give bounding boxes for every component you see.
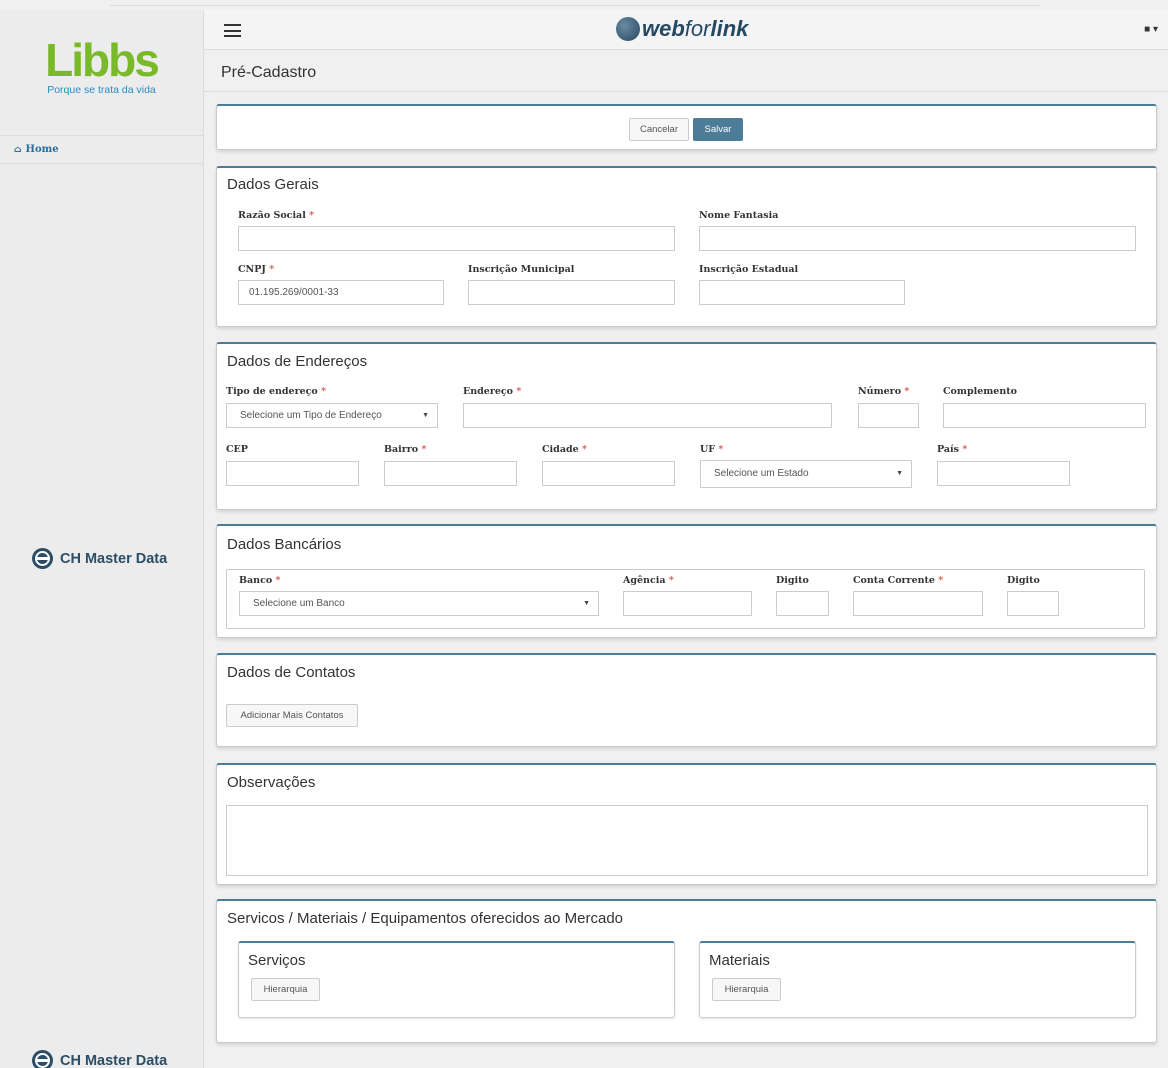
ch-master-data-footer: CH Master Data xyxy=(32,1050,167,1068)
cnpj-label: CNPJ * xyxy=(238,264,275,275)
materiais-hierarquia-button[interactable]: Hierarquia xyxy=(712,978,781,1001)
panel-title: Dados Gerais xyxy=(227,176,319,193)
razao-social-label: Razão Social * xyxy=(238,210,315,221)
pais-label: País * xyxy=(937,444,968,455)
servicos-hierarquia-button[interactable]: Hierarquia xyxy=(251,978,320,1001)
page-title: Pré-Cadastro xyxy=(221,64,317,81)
observacoes-textarea[interactable] xyxy=(226,805,1148,876)
agencia-label: Agência * xyxy=(623,575,674,586)
cnpj-input[interactable]: 01.195.269/0001-33 xyxy=(238,280,444,305)
sidebar: Libbs Porque se trata da vida ⌂ Home CH … xyxy=(0,10,204,1068)
razao-social-input[interactable] xyxy=(238,226,675,251)
save-button[interactable]: Salvar xyxy=(693,118,743,141)
inscricao-estadual-input[interactable] xyxy=(699,280,905,305)
servicos-subpanel: Serviços Hierarquia xyxy=(238,941,675,1018)
cep-label: CEP xyxy=(226,444,248,455)
bank-fieldset: Banco * Selecione um Banco ▼ Agência * Di… xyxy=(226,569,1145,629)
top-divider xyxy=(110,5,1040,6)
chevron-down-icon: ▼ xyxy=(583,600,590,607)
libbs-logo: Libbs Porque se trata da vida xyxy=(0,10,203,136)
servicos-title: Serviços xyxy=(248,952,306,969)
nome-fantasia-input[interactable] xyxy=(699,226,1136,251)
servicos-materiais-panel: Servicos / Materiais / Equipamentos ofer… xyxy=(216,899,1157,1043)
panel-title: Observações xyxy=(227,774,316,791)
uf-label: UF * xyxy=(700,444,724,455)
materiais-subpanel: Materiais Hierarquia xyxy=(699,941,1136,1018)
globe-icon xyxy=(616,17,640,41)
brand-label: CH Master Data xyxy=(60,1052,168,1068)
enderecos-panel: Dados de Endereços Tipo de endereço * Se… xyxy=(216,342,1157,510)
digito-conta-input[interactable] xyxy=(1007,591,1059,616)
logo-tagline: Porque se trata da vida xyxy=(47,84,156,96)
webforlink-logo: web for link xyxy=(616,16,748,42)
banco-label: Banco * xyxy=(239,575,281,586)
chevron-down-icon: ▼ xyxy=(422,412,429,419)
endereco-label: Endereço * xyxy=(463,386,522,397)
panel-title: Dados de Contatos xyxy=(227,664,356,681)
pais-input[interactable] xyxy=(937,461,1070,486)
panel-title: Dados Bancários xyxy=(227,536,342,553)
title-divider xyxy=(204,91,1168,92)
nome-fantasia-label: Nome Fantasia xyxy=(699,210,779,221)
complemento-label: Complemento xyxy=(943,386,1017,397)
panel-title: Servicos / Materiais / Equipamentos ofer… xyxy=(227,910,624,927)
endereco-input[interactable] xyxy=(463,403,832,428)
digito-agencia-input[interactable] xyxy=(776,591,829,616)
conta-corrente-input[interactable] xyxy=(853,591,983,616)
logo-text: Libbs xyxy=(45,34,160,86)
ch-logo-icon xyxy=(32,548,53,569)
inscricao-municipal-input[interactable] xyxy=(468,280,675,305)
home-icon: ⌂ xyxy=(14,144,22,155)
inscricao-municipal-label: Inscrição Municipal xyxy=(468,264,575,275)
ch-logo-icon xyxy=(32,1050,53,1068)
digito-conta-label: Digito xyxy=(1007,575,1040,586)
cidade-input[interactable] xyxy=(542,461,675,486)
tipo-endereco-label: Tipo de endereço * xyxy=(226,386,327,397)
brand-label: CH Master Data xyxy=(60,550,168,567)
bairro-input[interactable] xyxy=(384,461,517,486)
cidade-label: Cidade * xyxy=(542,444,587,455)
cancel-button[interactable]: Cancelar xyxy=(629,118,689,141)
dados-gerais-panel: Dados Gerais Razão Social * Nome Fantasi… xyxy=(216,166,1157,327)
sidebar-item-home[interactable]: ⌂ Home xyxy=(0,136,203,164)
cep-input[interactable] xyxy=(226,461,359,486)
user-menu-icon[interactable]: ■ ▾ xyxy=(1144,24,1158,35)
banco-select[interactable]: Selecione um Banco ▼ xyxy=(239,591,599,616)
bancarios-panel: Dados Bancários Banco * Selecione um Ban… xyxy=(216,524,1157,638)
materiais-title: Materiais xyxy=(709,952,770,969)
conta-corrente-label: Conta Corrente * xyxy=(853,575,944,586)
panel-title: Dados de Endereços xyxy=(227,353,368,370)
inscricao-estadual-label: Inscrição Estadual xyxy=(699,264,799,275)
add-contacts-button[interactable]: Adicionar Mais Contatos xyxy=(226,704,358,727)
observacoes-panel: Observações xyxy=(216,763,1157,885)
contatos-panel: Dados de Contatos Adicionar Mais Contato… xyxy=(216,653,1157,747)
top-header: web for link ■ ▾ xyxy=(204,10,1168,50)
uf-select[interactable]: Selecione um Estado ▼ xyxy=(700,460,912,488)
tipo-endereco-select[interactable]: Selecione um Tipo de Endereço ▼ xyxy=(226,403,438,428)
numero-label: Número * xyxy=(858,386,910,397)
sidebar-item-label: Home xyxy=(25,144,59,155)
complemento-input[interactable] xyxy=(943,403,1146,428)
hamburger-menu-icon[interactable] xyxy=(224,24,241,37)
numero-input[interactable] xyxy=(858,403,919,428)
ch-master-data-brand: CH Master Data xyxy=(32,548,167,569)
bairro-label: Bairro * xyxy=(384,444,427,455)
chevron-down-icon: ▼ xyxy=(896,470,903,477)
actions-panel: Cancelar Salvar xyxy=(216,104,1157,150)
agencia-input[interactable] xyxy=(623,591,752,616)
digito-label: Digito xyxy=(776,575,809,586)
